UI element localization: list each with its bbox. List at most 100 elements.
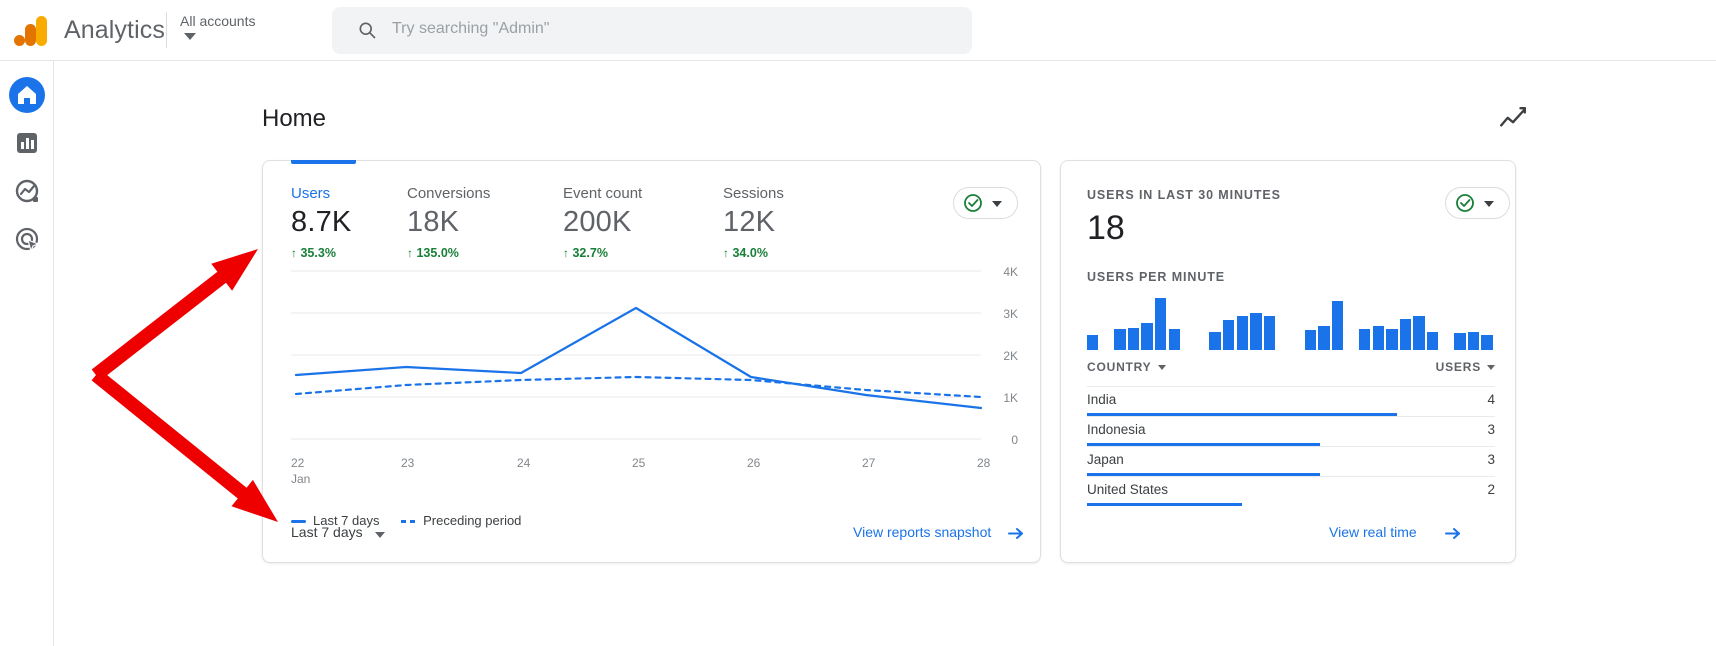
metric-sessions[interactable]: Sessions 12K ↑ 34.0%: [723, 185, 893, 260]
page-content: Home Users 8.7K ↑ 35.3% Conversions 18K …: [54, 61, 1716, 646]
users-per-minute-bar: [1427, 332, 1439, 350]
chevron-down-icon[interactable]: [184, 33, 196, 40]
users-per-minute-bar: [1372, 326, 1384, 350]
realtime-card: USERS IN LAST 30 MINUTES 18 USERS PER MI…: [1060, 160, 1516, 563]
sidebar-item-explore[interactable]: [9, 173, 45, 209]
account-selector-label[interactable]: All accounts: [180, 13, 255, 29]
country-users-value: 3: [1487, 422, 1495, 437]
date-range-selector[interactable]: Last 7 days: [291, 524, 363, 540]
metric-event-count[interactable]: Event count 200K ↑ 32.7%: [563, 185, 733, 260]
arrow-up-icon: ↑: [407, 246, 413, 260]
sidebar-item-reports[interactable]: [9, 125, 45, 161]
users-last-30-min-label: USERS IN LAST 30 MINUTES: [1087, 188, 1281, 202]
users-per-minute-bar: [1114, 329, 1126, 350]
users-per-minute-label: USERS PER MINUTE: [1087, 270, 1226, 284]
country-name: Japan: [1087, 452, 1124, 467]
metric-delta: ↑ 32.7%: [563, 246, 733, 260]
chevron-down-icon: [1487, 365, 1495, 371]
users-per-minute-bar: [1223, 320, 1235, 350]
users-per-minute-bar: [1304, 330, 1316, 350]
page-title: Home: [262, 105, 327, 132]
realtime-country-table: India 4 Indonesia 3 Japan 3 United States 2: [1087, 386, 1495, 506]
sidebar-item-home[interactable]: [9, 77, 45, 113]
country-users-value: 2: [1487, 482, 1495, 497]
table-row[interactable]: Japan 3: [1087, 446, 1495, 476]
table-row[interactable]: United States 2: [1087, 476, 1495, 506]
x-tick-24: 24: [517, 456, 531, 470]
users-per-minute-bar: [1141, 323, 1153, 350]
arrow-right-icon[interactable]: [1445, 525, 1462, 542]
metric-delta-value: 35.3%: [300, 246, 336, 260]
users-per-minute-bar-chart: [1087, 296, 1495, 350]
metric-delta: ↑ 34.0%: [723, 246, 893, 260]
country-users-value: 4: [1487, 392, 1495, 407]
metric-label: Event count: [563, 185, 643, 202]
header-divider: [166, 12, 167, 48]
users-per-minute-bar: [1413, 316, 1425, 350]
x-tick-28: 28: [977, 456, 991, 470]
table-row[interactable]: Indonesia 3: [1087, 416, 1495, 446]
users-line-chart: 4K 3K 2K 1K 0 22 Jan 23 24 25 26 27 28: [291, 261, 1021, 491]
left-nav-rail: [0, 61, 54, 646]
arrow-right-icon[interactable]: [1008, 525, 1025, 542]
users-per-minute-bar: [1359, 329, 1371, 350]
analytics-logo-icon[interactable]: [14, 16, 48, 46]
country-name: United States: [1087, 482, 1169, 497]
chevron-down-icon: [1484, 201, 1494, 207]
users-per-minute-bar: [1386, 329, 1398, 350]
search-icon: [359, 22, 376, 39]
series-last-7-days: [294, 306, 983, 410]
arrow-up-icon: ↑: [723, 246, 729, 260]
chevron-down-icon: [992, 201, 1002, 207]
metric-label: Conversions: [407, 185, 491, 202]
realtime-card-footer: View real time: [1061, 507, 1515, 562]
y-tick-2k: 2K: [1003, 349, 1018, 363]
view-real-time-link[interactable]: View real time: [1329, 524, 1417, 540]
bar-chart-icon: [17, 133, 37, 153]
card-status-badge[interactable]: [953, 187, 1018, 219]
country-name: India: [1087, 392, 1117, 407]
sidebar-item-advertising[interactable]: [9, 221, 45, 257]
users-per-minute-bar: [1454, 333, 1466, 350]
overview-card: Users 8.7K ↑ 35.3% Conversions 18K ↑ 135…: [262, 160, 1041, 563]
insights-trend-icon[interactable]: [1498, 105, 1528, 135]
explore-icon: [15, 179, 39, 203]
country-bar: [1087, 503, 1243, 506]
users-per-minute-bar: [1209, 332, 1221, 350]
users-per-minute-bar: [1250, 313, 1262, 350]
table-row[interactable]: India 4: [1087, 386, 1495, 416]
view-reports-snapshot-link[interactable]: View reports snapshot: [853, 524, 991, 540]
country-users-value: 3: [1487, 452, 1495, 467]
x-tick-23: 23: [401, 456, 415, 470]
users-per-minute-bar: [1155, 298, 1167, 350]
chevron-down-icon[interactable]: [375, 532, 385, 538]
metric-value: 18K: [407, 206, 460, 238]
country-name: Indonesia: [1087, 422, 1146, 437]
users-per-minute-bar: [1467, 332, 1480, 350]
metric-value: 200K: [563, 206, 632, 238]
users-per-minute-bar: [1331, 301, 1344, 350]
metric-summary-row: Users 8.7K ↑ 35.3% Conversions 18K ↑ 135…: [291, 185, 1021, 260]
brand-title: Analytics: [64, 16, 165, 44]
arrow-up-icon: ↑: [563, 246, 569, 260]
analytics-home-page: Analytics All accounts Try searching "Ad…: [0, 0, 1716, 646]
column-header-users[interactable]: USERS: [1436, 360, 1495, 374]
active-metric-underline: [291, 160, 356, 164]
users-per-minute-bar: [1168, 329, 1180, 350]
chevron-down-icon: [1157, 365, 1166, 371]
users-per-minute-bar: [1481, 335, 1493, 350]
x-tick-22: 22: [291, 456, 305, 470]
check-circle-icon: [964, 194, 982, 212]
advertising-target-icon: [15, 227, 40, 253]
metric-delta-value: 135.0%: [416, 246, 459, 260]
realtime-status-badge[interactable]: [1445, 187, 1510, 219]
y-tick-3k: 3K: [1003, 307, 1018, 321]
metric-delta-value: 32.7%: [572, 246, 608, 260]
users-per-minute-bar: [1236, 316, 1248, 350]
x-tick-25: 25: [632, 456, 646, 470]
column-header-country[interactable]: COUNTRY: [1087, 360, 1166, 374]
metric-conversions[interactable]: Conversions 18K ↑ 135.0%: [407, 185, 577, 260]
metric-delta-value: 34.0%: [732, 246, 768, 260]
x-tick-27: 27: [862, 456, 876, 470]
column-label: USERS: [1435, 360, 1481, 374]
